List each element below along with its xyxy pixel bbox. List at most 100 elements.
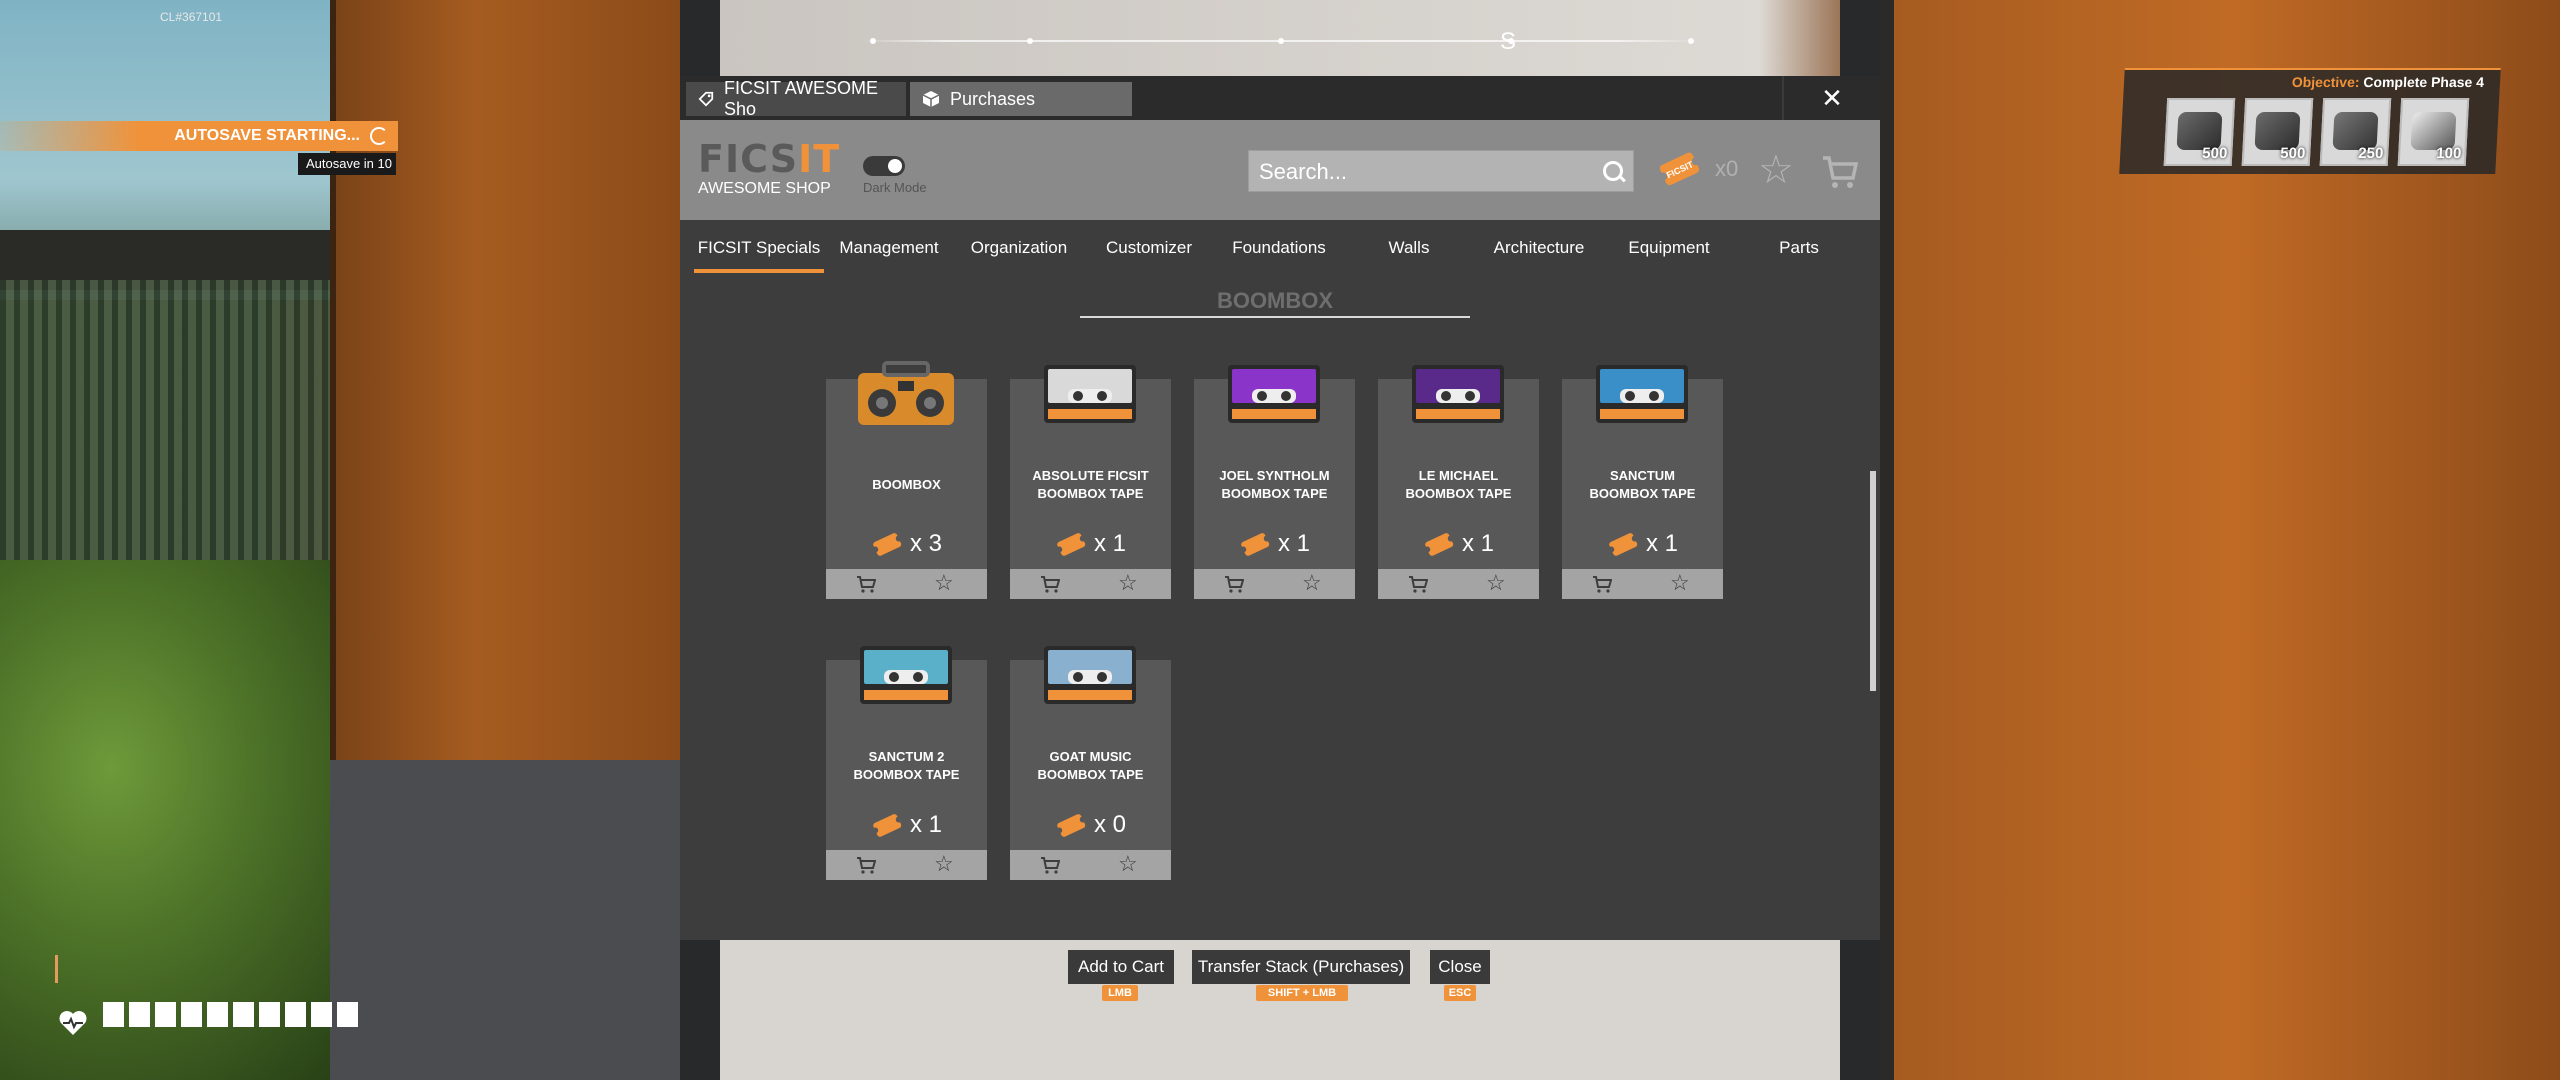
health-segment	[207, 1002, 228, 1027]
favorite-star-icon[interactable]: ☆	[934, 851, 954, 877]
objective-item-count: 250	[2357, 145, 2384, 162]
price-text: x 3	[910, 530, 943, 557]
product-name-line1: JOEL SYNTHOLM	[1219, 468, 1330, 483]
favorite-star-icon[interactable]: ☆	[934, 570, 954, 596]
key-shift-lmb: SHIFT + LMB	[1256, 985, 1348, 1001]
product-name-line1: SANCTUM	[1610, 468, 1675, 483]
shopping-cart-icon[interactable]	[1820, 152, 1860, 192]
product-actions: ☆	[1010, 850, 1171, 880]
tab-management[interactable]: Management	[824, 220, 954, 278]
coupon-icon	[872, 533, 902, 556]
coupon-icon	[872, 814, 902, 837]
product-actions: ☆	[826, 569, 987, 599]
product-actions: ☆	[826, 850, 987, 880]
add-to-cart-hint[interactable]: Add to Cart	[1068, 950, 1174, 984]
price-text: x 1	[1278, 530, 1311, 557]
add-to-cart-icon[interactable]	[1408, 574, 1428, 594]
tab-purchases[interactable]: Purchases	[910, 82, 1132, 116]
favorite-star-icon[interactable]: ☆	[1118, 851, 1138, 877]
tab-ficsit-specials[interactable]: FICSIT Specials	[694, 220, 824, 278]
add-to-cart-icon[interactable]	[1040, 855, 1060, 875]
awesome-shop-window: FICSIT AWESOME Sho Purchases ✕ FICSIT AW…	[680, 76, 1880, 940]
box-icon	[922, 91, 940, 107]
add-to-cart-icon[interactable]	[856, 574, 876, 594]
product-card[interactable]: SANCTUM 2 BOOMBOX TAPE x 1 ☆	[826, 646, 987, 880]
add-to-cart-icon[interactable]	[1592, 574, 1612, 594]
stamina-icon	[55, 955, 78, 983]
product-name-line1: BOOMBOX	[872, 477, 941, 492]
ficsit-logo: FICSIT AWESOME SHOP	[698, 140, 839, 198]
product-price: x 0	[1056, 810, 1126, 840]
product-name-line1: SANCTUM 2	[868, 749, 945, 764]
dark-mode-toggle[interactable]	[863, 156, 905, 176]
key-lmb: LMB	[1102, 985, 1138, 1001]
logo-subtitle: AWESOME SHOP	[698, 180, 831, 197]
objective-panel: Objective: Complete Phase 4 500 500 250 …	[2119, 68, 2501, 174]
product-name-line2: BOOMBOX TAPE	[1037, 767, 1144, 782]
objective-item: 100	[2397, 98, 2470, 166]
close-button[interactable]: ✕	[1782, 76, 1880, 120]
coupon-count: x0	[1715, 156, 1739, 181]
coupon-icon	[1056, 814, 1086, 837]
coupon-icon	[1424, 533, 1454, 556]
toggle-knob	[888, 159, 902, 173]
product-name: JOEL SYNTHOLM BOOMBOX TAPE	[1198, 467, 1351, 503]
product-name-line2: BOOMBOX TAPE	[1589, 486, 1696, 501]
tab-customizer[interactable]: Customizer	[1084, 220, 1214, 278]
product-price: x 1	[872, 810, 942, 840]
product-price: x 3	[872, 529, 942, 559]
close-hint[interactable]: Close	[1430, 950, 1490, 984]
tab-awesome-shop[interactable]: FICSIT AWESOME Sho	[686, 78, 906, 119]
autosave-banner: AUTOSAVE STARTING...	[0, 121, 398, 151]
product-card[interactable]: GOAT MUSIC BOOMBOX TAPE x 0 ☆	[1010, 646, 1171, 880]
compass-marker	[1278, 38, 1284, 44]
add-to-cart-icon[interactable]	[1040, 574, 1060, 594]
tape-icon	[1412, 365, 1504, 423]
price-text: x 0	[1094, 811, 1127, 838]
tab-foundations[interactable]: Foundations	[1214, 220, 1344, 278]
favorite-star-icon[interactable]: ☆	[1486, 570, 1506, 596]
spinner-icon	[370, 127, 388, 145]
tape-icon	[1044, 365, 1136, 423]
tab-parts[interactable]: Parts	[1734, 220, 1864, 278]
build-id: CL#367101	[160, 10, 223, 24]
health-segment	[337, 1002, 358, 1027]
objective-item: 500	[2241, 98, 2314, 166]
product-name-line1: ABSOLUTE FICSIT	[1032, 468, 1149, 483]
product-name-line1: LE MICHAEL	[1418, 468, 1499, 483]
health-segment	[181, 1002, 202, 1027]
favorite-star-icon[interactable]: ☆	[1118, 570, 1138, 596]
coupon-icon	[1056, 533, 1086, 556]
tab-organization[interactable]: Organization	[954, 220, 1084, 278]
tape-icon	[1228, 365, 1320, 423]
product-actions: ☆	[1194, 569, 1355, 599]
search-icon[interactable]	[1603, 161, 1623, 181]
objective-value: Complete Phase 4	[2363, 74, 2485, 90]
product-card[interactable]: JOEL SYNTHOLM BOOMBOX TAPE x 1 ☆	[1194, 365, 1355, 599]
favorite-star-icon[interactable]: ☆	[1302, 570, 1322, 596]
tab-walls[interactable]: Walls	[1344, 220, 1474, 278]
favorite-star-icon[interactable]: ☆	[1670, 570, 1690, 596]
background-floor	[330, 760, 710, 1080]
add-to-cart-icon[interactable]	[856, 855, 876, 875]
tab-label: FICSIT AWESOME Sho	[724, 78, 879, 119]
product-name-line1: GOAT MUSIC	[1049, 749, 1132, 764]
favorites-star-icon[interactable]: ☆	[1758, 150, 1794, 190]
price-text: x 1	[910, 811, 943, 838]
tab-equipment[interactable]: Equipment	[1604, 220, 1734, 278]
autosave-countdown: Autosave in 10	[298, 153, 396, 175]
add-to-cart-icon[interactable]	[1224, 574, 1244, 594]
product-card[interactable]: ABSOLUTE FICSIT BOOMBOX TAPE x 1 ☆	[1010, 365, 1171, 599]
search-input[interactable]	[1249, 151, 1581, 193]
compass-heading: S	[1500, 28, 1517, 55]
product-card[interactable]: SANCTUM BOOMBOX TAPE x 1 ☆	[1562, 365, 1723, 599]
coupon-tag-icon	[698, 91, 714, 107]
tab-architecture[interactable]: Architecture	[1474, 220, 1604, 278]
transfer-stack-hint[interactable]: Transfer Stack (Purchases)	[1192, 950, 1410, 984]
product-price: x 1	[1608, 529, 1678, 559]
heart-icon	[59, 1011, 87, 1035]
product-card[interactable]: LE MICHAEL BOOMBOX TAPE x 1 ☆	[1378, 365, 1539, 599]
scrollbar-thumb[interactable]	[1870, 471, 1876, 691]
product-card[interactable]: BOOMBOX x 3 ☆	[826, 361, 987, 599]
product-name: ABSOLUTE FICSIT BOOMBOX TAPE	[1014, 467, 1167, 503]
